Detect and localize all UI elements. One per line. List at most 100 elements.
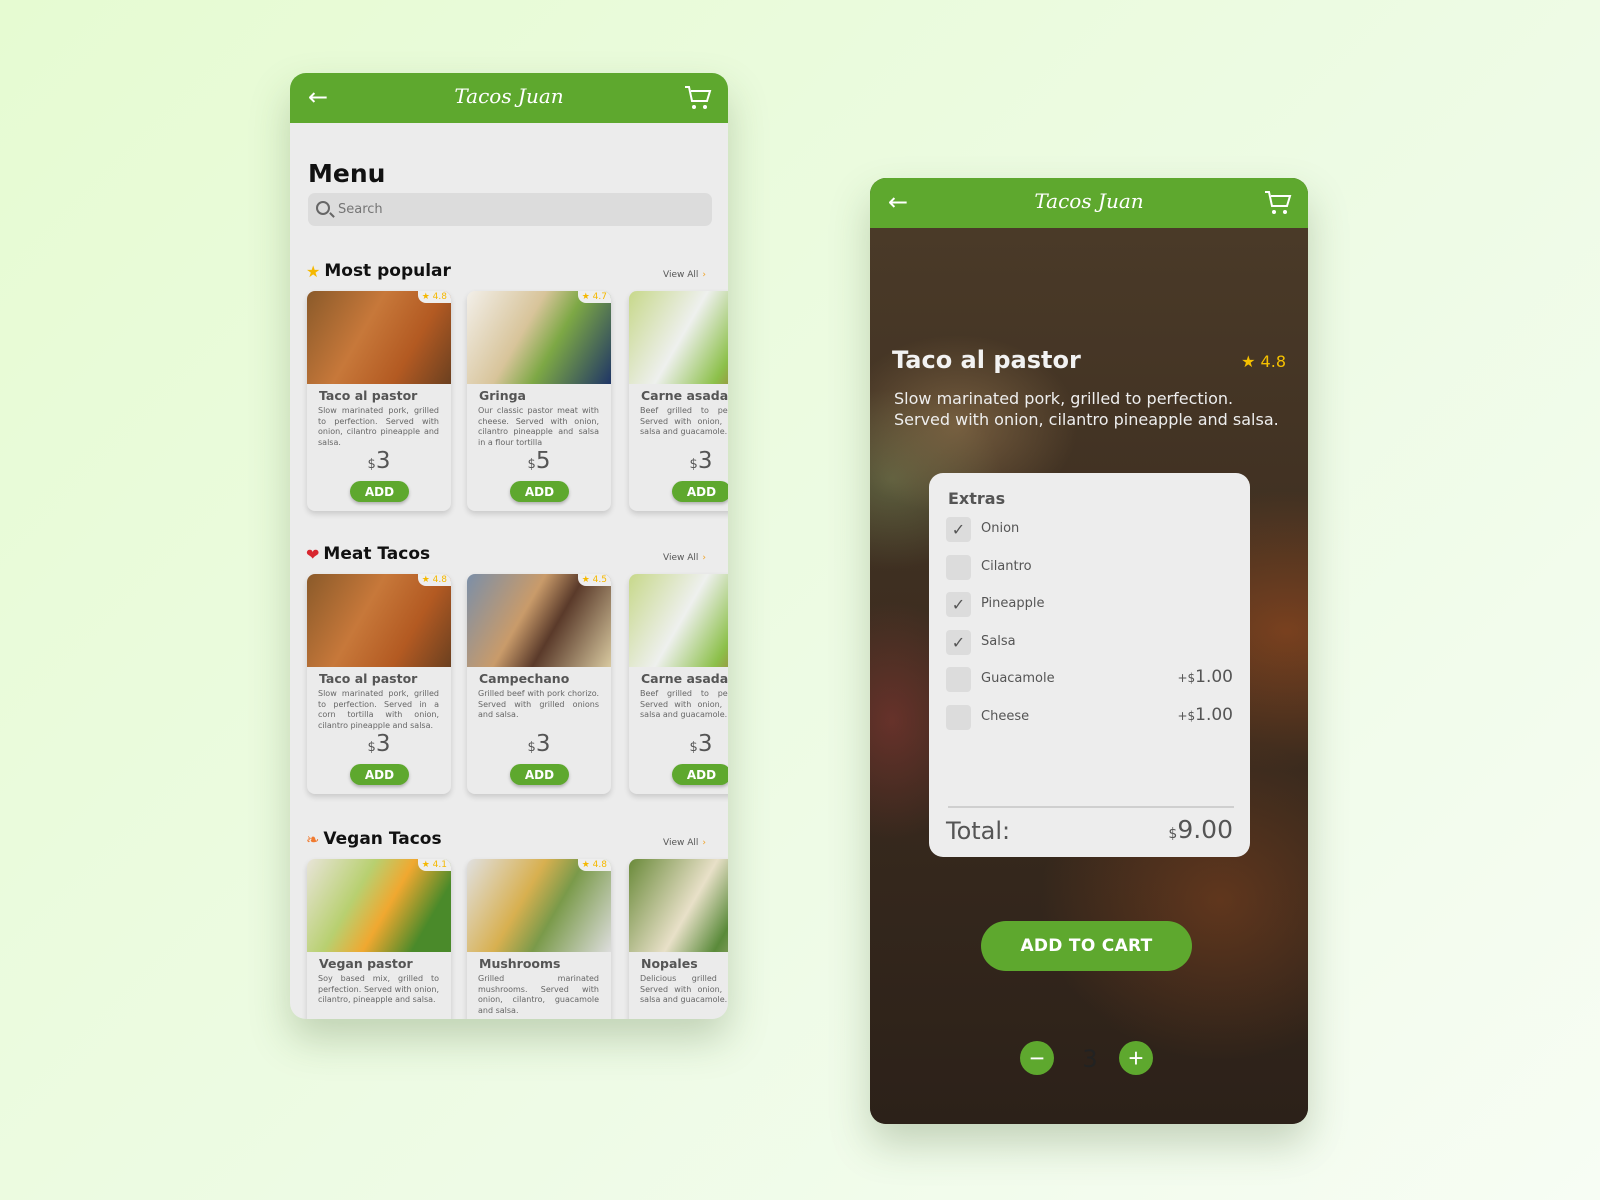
checkmark-icon: ✓	[951, 520, 966, 539]
item-price: $3	[689, 448, 713, 474]
food-image	[307, 291, 451, 384]
extra-label: Guacamole	[981, 671, 1055, 686]
item-description: Beef grilled to perfection. Served with …	[640, 406, 728, 436]
chevron-right-icon: ›	[702, 553, 706, 563]
page-title: Menu	[308, 159, 386, 188]
food-image	[629, 859, 728, 952]
item-name: Vegan pastor	[319, 956, 413, 971]
checkmark-icon: ✓	[951, 632, 966, 652]
total-value: $9.00	[1168, 815, 1233, 844]
item-description: Delicious grilled cactus. Served with on…	[640, 974, 728, 1004]
food-image	[467, 291, 611, 384]
extra-option-pineapple[interactable]: ✓ Pineapple	[946, 592, 1233, 618]
add-button[interactable]: ADD	[510, 481, 569, 502]
extra-option-cheese[interactable]: Cheese +$1.00	[946, 704, 1233, 731]
extras-panel: Extras ✓ Onion Cilantro ✓ Pineapple ✓ Sa…	[929, 473, 1250, 1075]
checkbox[interactable]	[946, 667, 971, 692]
item-price: $5	[527, 448, 551, 474]
extra-price: +$1.00	[1177, 704, 1233, 725]
checkmark-icon: ✓	[951, 595, 966, 614]
item-price: $3	[527, 731, 551, 757]
detail-screen: ← Tacos Juan Taco al pastor ★ 4.8 Slow m…	[870, 178, 1308, 1124]
extra-option-onion[interactable]: ✓ Onion	[946, 517, 1233, 543]
star-icon: ★	[581, 860, 590, 870]
item-name: Campechano	[479, 671, 570, 686]
chevron-right-icon: ›	[702, 270, 706, 280]
cart-icon[interactable]	[684, 85, 712, 111]
menu-item-card[interactable]: Carne asada Beef grilled to perfection. …	[629, 291, 728, 511]
item-name: Mushrooms	[479, 956, 561, 971]
checkbox[interactable]: ✓	[946, 517, 971, 542]
rating-badge: ★ 4.8	[417, 291, 451, 303]
add-button[interactable]: ADD	[672, 764, 728, 785]
decrease-quantity-button[interactable]: −	[1020, 1041, 1054, 1075]
star-icon: ★	[421, 860, 430, 870]
item-title: Taco al pastor	[892, 346, 1081, 374]
app-title: Tacos Juan	[1034, 189, 1144, 213]
item-price: $3	[689, 731, 713, 757]
item-name: Taco al pastor	[319, 671, 418, 686]
increase-quantity-button[interactable]: +	[1119, 1041, 1153, 1075]
item-name: Carne asada	[641, 388, 728, 403]
rating-badge: ★ 4.5	[577, 574, 611, 586]
rating-badge: ★ 4.8	[417, 574, 451, 586]
search-bar	[308, 193, 712, 226]
extra-price: +$1.00	[1177, 667, 1233, 687]
add-button[interactable]: ADD	[350, 481, 409, 502]
section-title: ❤ Meat Tacos	[306, 544, 431, 564]
rating-badge: ★ 4.7	[577, 291, 611, 303]
item-rating: ★ 4.8	[1241, 352, 1286, 371]
item-description: Beef grilled to perfection. Served with …	[640, 689, 728, 719]
food-image	[467, 859, 611, 952]
food-image	[629, 291, 728, 384]
item-name: Nopales	[641, 956, 698, 971]
section-title: ❧ Vegan Tacos	[306, 829, 442, 849]
extra-option-salsa[interactable]: ✓ Salsa	[946, 629, 1233, 656]
food-image	[629, 574, 728, 667]
menu-item-card[interactable]: ★ 4.8 Mushrooms Grilled marinated mushro…	[467, 859, 611, 1019]
steak-icon: ❤	[306, 544, 320, 564]
view-all-link[interactable]: View All ›	[663, 270, 706, 280]
add-button[interactable]: ADD	[672, 481, 728, 502]
app-title: Tacos Juan	[454, 84, 564, 108]
extra-option-guacamole[interactable]: Guacamole +$1.00	[946, 667, 1233, 693]
add-button[interactable]: ADD	[510, 764, 569, 785]
food-image	[307, 574, 451, 667]
carrot-icon: ❧	[306, 829, 320, 849]
menu-item-card[interactable]: ★ 4.8 Taco al pastor Slow marinated pork…	[307, 574, 451, 794]
item-name: Gringa	[479, 388, 526, 403]
item-price: $3	[367, 731, 391, 757]
view-all-link[interactable]: View All ›	[663, 553, 706, 563]
star-icon: ★	[306, 261, 321, 281]
star-icon: ★	[421, 292, 430, 302]
checkbox[interactable]	[946, 554, 971, 580]
menu-item-card[interactable]: ★ 4.1 Vegan pastor Soy based mix, grille…	[307, 859, 451, 1019]
cart-icon[interactable]	[1264, 190, 1292, 216]
menu-item-card[interactable]: ★ 4.8 Taco al pastor Slow marinated pork…	[307, 291, 451, 511]
checkbox[interactable]: ✓	[946, 592, 971, 617]
checkbox[interactable]: ✓	[946, 629, 971, 655]
star-icon: ★	[421, 575, 430, 585]
search-input[interactable]	[338, 193, 698, 226]
item-name: Taco al pastor	[319, 388, 418, 403]
menu-item-card[interactable]: ★ 4.5 Campechano Grilled beef with pork …	[467, 574, 611, 794]
divider	[948, 806, 1234, 808]
total-label: Total:	[946, 817, 1011, 845]
item-description: Our classic pastor meat with cheese. Ser…	[478, 406, 599, 447]
menu-item-card[interactable]: Carne asada Beef grilled to perfection. …	[629, 574, 728, 794]
view-all-link[interactable]: View All ›	[663, 838, 706, 848]
app-header: ← Tacos Juan	[290, 73, 728, 123]
extra-label: Pineapple	[981, 596, 1045, 611]
menu-item-card[interactable]: ★ 4.7 Gringa Our classic pastor meat wit…	[467, 291, 611, 511]
search-icon	[316, 201, 330, 215]
item-price: $3	[367, 448, 391, 474]
extra-label: Cheese	[981, 708, 1030, 724]
extra-option-cilantro[interactable]: Cilantro	[946, 554, 1233, 581]
star-icon: ★	[581, 575, 590, 585]
app-header: ← Tacos Juan	[870, 178, 1308, 228]
checkbox[interactable]	[946, 704, 971, 730]
add-button[interactable]: ADD	[350, 764, 409, 785]
add-to-cart-button[interactable]: ADD TO CART	[981, 921, 1192, 971]
menu-item-card[interactable]: Nopales Delicious grilled cactus. Served…	[629, 859, 728, 1019]
chevron-right-icon: ›	[702, 838, 706, 848]
